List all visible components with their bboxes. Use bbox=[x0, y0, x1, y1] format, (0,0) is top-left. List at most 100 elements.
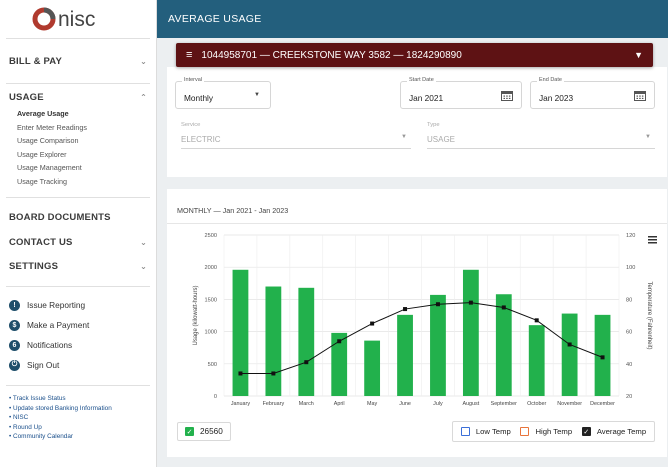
nav-usage-comparison[interactable]: Usage Comparison bbox=[0, 134, 156, 148]
checkbox-unchecked-icon bbox=[460, 427, 470, 436]
make-payment-link[interactable]: $ Make a Payment bbox=[0, 315, 156, 335]
end-date-field[interactable]: End Date Jan 2023 bbox=[530, 77, 655, 109]
y2-tick-label: 40 bbox=[626, 362, 632, 368]
average-temp-point bbox=[238, 371, 243, 376]
chart-menu-bar bbox=[648, 236, 657, 238]
chart-card: MONTHLY — Jan 2021 - Jan 2023 0 500 1000 15… bbox=[167, 189, 667, 457]
y2-axis-label: Temperature (Fahrenheit) bbox=[646, 281, 652, 349]
average-temp-point bbox=[468, 300, 473, 305]
dollar-icon: $ bbox=[9, 319, 20, 331]
notifications-link[interactable]: 6 Notifications bbox=[0, 335, 156, 355]
page-header: AVERAGE USAGE bbox=[157, 0, 668, 38]
x-tick-label: May bbox=[367, 401, 377, 407]
average-temp-point bbox=[403, 307, 408, 312]
calendar-icon[interactable] bbox=[501, 90, 513, 101]
type-select[interactable]: Type USAGE ▼ bbox=[427, 122, 655, 149]
make-payment-label: Make a Payment bbox=[27, 320, 90, 330]
account-selector[interactable]: ≡ 1044958701 — CREEKSTONE WAY 3582 — 182… bbox=[176, 43, 653, 67]
high-temp-toggle[interactable]: High Temp bbox=[520, 427, 572, 436]
usage-bar bbox=[561, 313, 578, 396]
alert-icon: ! bbox=[9, 299, 20, 311]
x-tick-label: February bbox=[263, 401, 285, 407]
average-temp-label: Average Temp bbox=[596, 427, 647, 436]
calendar-icon[interactable] bbox=[634, 90, 646, 101]
link-round-up[interactable]: • Round Up bbox=[0, 423, 156, 433]
interval-select[interactable]: Interval Monthly ▼ bbox=[175, 77, 271, 109]
usage-bar bbox=[397, 314, 413, 396]
usage-bar bbox=[528, 325, 545, 396]
y-axis-label: Usage (kilowatt-hours) bbox=[193, 285, 199, 345]
x-tick-label: June bbox=[399, 401, 411, 407]
usage-bar bbox=[298, 287, 315, 396]
chevron-up-icon: ⌃ bbox=[140, 92, 147, 102]
x-tick-label: July bbox=[433, 401, 443, 407]
usage-bar bbox=[232, 269, 249, 396]
x-tick-label: November bbox=[557, 401, 582, 407]
menu-icon: ≡ bbox=[186, 49, 193, 61]
high-temp-label: High Temp bbox=[535, 427, 573, 436]
logo-text: nisc bbox=[58, 8, 95, 31]
x-tick-label: April bbox=[334, 401, 345, 407]
service-select[interactable]: Service ELECTRIC ▼ bbox=[181, 122, 411, 149]
nav-contact-us-label: CONTACT US bbox=[9, 236, 73, 248]
nav-settings[interactable]: SETTINGS ⌄ bbox=[0, 254, 156, 278]
issue-reporting-link[interactable]: ! Issue Reporting bbox=[0, 295, 156, 315]
nav-usage-management[interactable]: Usage Management bbox=[0, 161, 156, 175]
start-date-field[interactable]: Start Date Jan 2021 bbox=[400, 77, 522, 109]
average-temp-point bbox=[337, 339, 342, 344]
nav-usage[interactable]: USAGE ⌃ bbox=[0, 87, 156, 107]
average-temp-toggle[interactable]: ✓ Average Temp bbox=[581, 427, 647, 436]
caret-down-icon: ▼ bbox=[254, 92, 260, 98]
y2-tick-label: 20 bbox=[626, 394, 632, 400]
nav-contact-us[interactable]: CONTACT US ⌄ bbox=[0, 230, 156, 254]
sidebar: nisc BILL & PAY ⌄ USAGE ⌃ Average Usage … bbox=[0, 0, 157, 467]
nav-bill-pay[interactable]: BILL & PAY ⌄ bbox=[0, 39, 156, 83]
service-value: ELECTRIC bbox=[181, 135, 221, 144]
chevron-down-icon: ⌄ bbox=[140, 261, 147, 271]
end-date-label: End Date bbox=[537, 77, 564, 83]
temperature-legend: Low Temp High Temp ✓ Average Temp bbox=[452, 421, 655, 442]
nav-usage-tracking[interactable]: Usage Tracking bbox=[0, 175, 156, 189]
logo-mark-icon bbox=[32, 7, 56, 31]
filters-card: Interval Monthly ▼ Start Date Jan 2021 E… bbox=[167, 67, 667, 177]
nisc-logo[interactable]: nisc bbox=[0, 0, 156, 38]
end-date-value: Jan 2023 bbox=[539, 93, 574, 103]
caret-down-icon: ▼ bbox=[634, 50, 643, 60]
sign-out-link[interactable]: ⏻ Sign Out bbox=[0, 355, 156, 375]
low-temp-toggle[interactable]: Low Temp bbox=[460, 427, 511, 436]
type-label: Type bbox=[427, 122, 440, 128]
total-usage-toggle[interactable]: ✓ 26560 bbox=[177, 422, 231, 441]
link-nisc[interactable]: • NISC bbox=[0, 413, 156, 423]
service-label: Service bbox=[181, 122, 201, 128]
account-label: 1044958701 — CREEKSTONE WAY 3582 — 18242… bbox=[201, 49, 462, 61]
checkbox-checked-icon: ✓ bbox=[581, 427, 591, 436]
y-tick-label: 2000 bbox=[205, 265, 217, 271]
divider bbox=[6, 83, 150, 84]
nav-settings-label: SETTINGS bbox=[9, 260, 59, 272]
link-label: Community Calendar bbox=[13, 433, 74, 440]
average-temp-point bbox=[501, 305, 506, 310]
chart-menu-bar bbox=[648, 239, 657, 241]
sign-out-label: Sign Out bbox=[27, 360, 60, 370]
y2-tick-label: 60 bbox=[626, 330, 632, 336]
low-temp-label: Low Temp bbox=[475, 427, 511, 436]
nav-average-usage[interactable]: Average Usage bbox=[0, 107, 156, 121]
chart-menu-icon[interactable] bbox=[648, 236, 657, 244]
issue-reporting-label: Issue Reporting bbox=[27, 300, 86, 310]
notifications-label: Notifications bbox=[27, 340, 73, 350]
nav-usage-explorer[interactable]: Usage Explorer bbox=[0, 148, 156, 162]
nav-board-documents-label: BOARD DOCUMENTS bbox=[9, 211, 111, 223]
checkbox-unchecked-icon bbox=[520, 427, 530, 436]
link-track-issue-status[interactable]: • Track Issue Status bbox=[0, 394, 156, 404]
link-label: Track Issue Status bbox=[12, 395, 66, 402]
nav-board-documents[interactable]: BOARD DOCUMENTS bbox=[0, 204, 156, 230]
y-tick-label: 2500 bbox=[205, 233, 217, 239]
link-community-calendar[interactable]: • Community Calendar bbox=[0, 432, 156, 442]
power-icon: ⏻ bbox=[9, 359, 20, 371]
average-temp-point bbox=[534, 318, 539, 323]
link-update-banking[interactable]: • Update stored Banking Information bbox=[0, 404, 156, 414]
x-tick-label: December bbox=[590, 401, 615, 407]
x-tick-label: October bbox=[527, 401, 546, 407]
y2-tick-label: 120 bbox=[626, 233, 635, 239]
nav-enter-meter-readings[interactable]: Enter Meter Readings bbox=[0, 121, 156, 135]
